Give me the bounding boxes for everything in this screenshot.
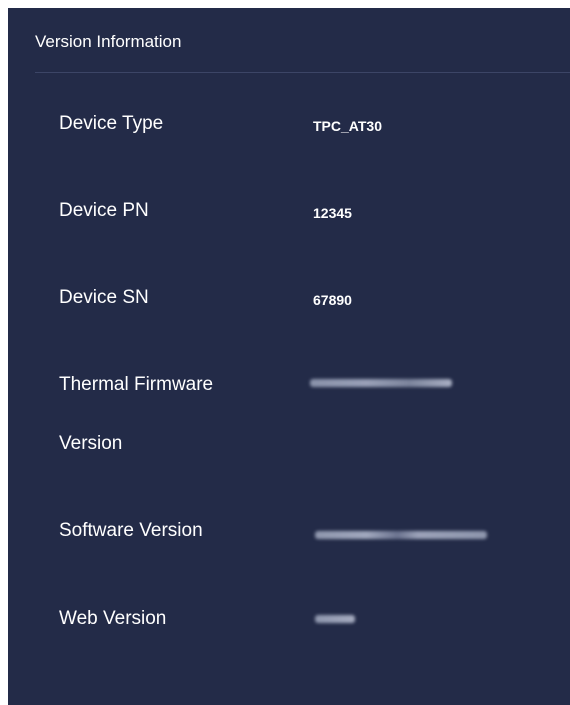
thermal-firmware-value-redacted	[310, 379, 452, 387]
web-version-label: Web Version	[59, 608, 167, 629]
device-pn-value: 12345	[313, 205, 352, 221]
panel-header: Version Information	[8, 8, 570, 72]
device-type-value: TPC_AT30	[313, 118, 382, 134]
thermal-firmware-label-line2: Version	[59, 433, 123, 454]
device-sn-value: 67890	[313, 292, 352, 308]
header-divider	[35, 72, 570, 73]
device-type-label: Device Type	[59, 113, 164, 134]
device-sn-label: Device SN	[59, 287, 149, 308]
thermal-firmware-label-line1: Thermal Firmware	[59, 374, 214, 395]
panel-title: Version Information	[35, 32, 182, 51]
version-information-panel: Version Information Device Type TPC_AT30…	[8, 8, 570, 705]
device-pn-label: Device PN	[59, 200, 149, 221]
web-version-value-redacted	[315, 615, 355, 623]
software-version-label: Software Version	[59, 520, 203, 541]
software-version-value-redacted	[315, 531, 487, 539]
